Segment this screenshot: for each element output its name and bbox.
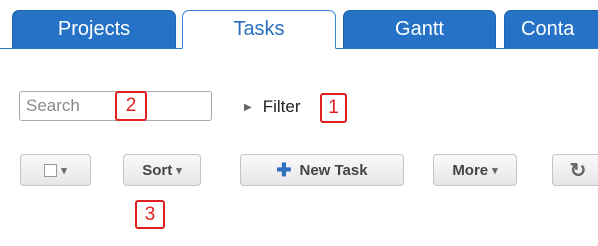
- sort-button[interactable]: Sort ▾: [123, 154, 201, 186]
- callout-2: 2: [115, 91, 147, 121]
- callout-1: 1: [320, 93, 347, 123]
- more-button[interactable]: More ▾: [433, 154, 517, 186]
- more-label: More: [452, 161, 489, 179]
- tab-gantt[interactable]: Gantt: [343, 10, 496, 48]
- refresh-icon: ↻: [569, 159, 587, 182]
- tab-projects[interactable]: Projects: [12, 10, 176, 48]
- chevron-down-icon: ▾: [61, 164, 67, 177]
- expand-triangle-icon: ▶: [244, 101, 252, 113]
- new-task-button[interactable]: ✚ New Task: [240, 154, 404, 186]
- chevron-down-icon: ▾: [176, 164, 182, 177]
- tab-contacts[interactable]: Conta: [504, 10, 598, 48]
- plus-icon: ✚: [276, 159, 292, 180]
- filter-label: Filter: [262, 97, 301, 116]
- filter-toggle[interactable]: ▶ Filter: [244, 94, 300, 120]
- tab-bar: Projects Tasks Gantt Conta: [0, 0, 598, 49]
- callout-3: 3: [135, 200, 165, 229]
- chevron-down-icon: ▾: [492, 164, 498, 177]
- refresh-button[interactable]: ↻: [552, 154, 598, 186]
- checkbox-icon: [44, 163, 58, 177]
- tab-tasks[interactable]: Tasks: [182, 10, 336, 49]
- sort-label: Sort: [142, 161, 173, 179]
- new-task-label: New Task: [299, 161, 368, 179]
- select-all-button[interactable]: ▾: [20, 154, 91, 186]
